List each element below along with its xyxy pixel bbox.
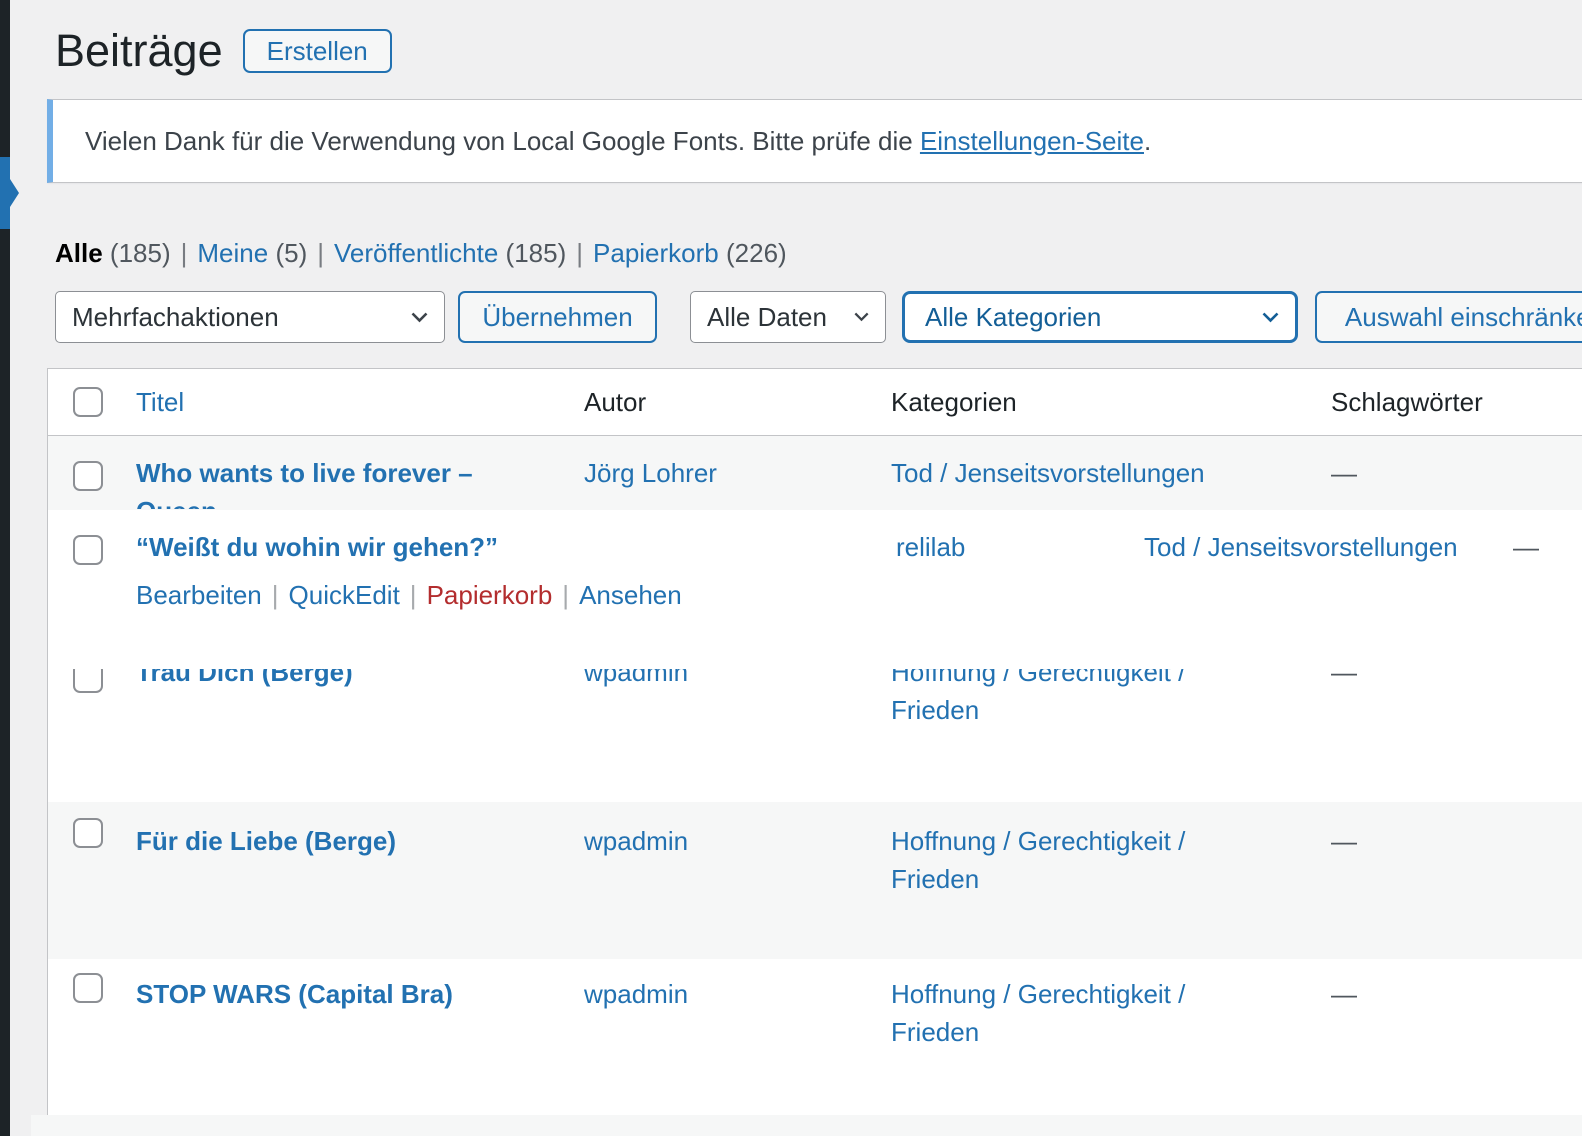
table-row: Für die Liebe (Berge) wpadmin Hoffnung /…	[48, 802, 1582, 959]
filter-separator: |	[307, 238, 334, 268]
notice-banner: Vielen Dank für die Verwendung von Local…	[47, 99, 1582, 183]
categories-line1: Hoffnung / Gerechtigkeit /	[891, 669, 1185, 691]
row-checkbox[interactable]	[73, 461, 103, 491]
row-actions: Bearbeiten|QuickEdit|Papierkorb|Ansehen	[136, 576, 682, 614]
list-controls: Mehrfachaktionen Übernehmen Alle Daten A…	[55, 291, 1582, 343]
tags-empty-dash: —	[1331, 822, 1357, 860]
post-title-link[interactable]: STOP WARS (Capital Bra)	[136, 975, 453, 1013]
view-action-link[interactable]: Ansehen	[579, 580, 682, 610]
apply-button[interactable]: Übernehmen	[458, 291, 657, 343]
settings-page-link[interactable]: Einstellungen-Seite	[920, 126, 1144, 157]
tags-empty-dash: —	[1331, 669, 1357, 691]
filter-mine-count: (5)	[275, 238, 307, 268]
filter-trash-link[interactable]: Papierkorb	[593, 238, 719, 268]
categories-line2: Frieden	[891, 691, 1185, 729]
select-all-checkbox[interactable]	[73, 387, 103, 417]
column-header-title[interactable]: Titel	[136, 369, 184, 435]
notice-text-end: .	[1144, 126, 1151, 157]
filter-trash-count: (226)	[726, 238, 787, 268]
table-row: Who wants to live forever – Queen Jörg L…	[48, 436, 1582, 510]
trash-action-link[interactable]: Papierkorb	[427, 580, 553, 610]
sidebar-active-menu-indicator	[0, 157, 10, 229]
chevron-down-icon	[1262, 312, 1279, 323]
page-title: Beiträge	[55, 22, 223, 80]
categories-line1: Hoffnung / Gerechtigkeit /	[891, 822, 1185, 860]
categories-select[interactable]: Alle Kategorien	[902, 291, 1298, 343]
dates-select[interactable]: Alle Daten	[690, 291, 886, 343]
post-title-link[interactable]: “Weißt du wohin wir gehen?”	[136, 528, 498, 566]
filter-all-label[interactable]: Alle	[55, 238, 103, 268]
filter-mine-link[interactable]: Meine	[197, 238, 268, 268]
author-link[interactable]: wpadmin	[584, 822, 688, 860]
table-footer-strip	[31, 1115, 1582, 1136]
filter-separator: |	[566, 238, 593, 268]
dates-value: Alle Daten	[707, 302, 827, 333]
post-title-link[interactable]: Für die Liebe (Berge)	[136, 822, 396, 860]
post-title-wrap: Who wants to live forever – Queen	[136, 454, 473, 509]
row-checkbox[interactable]	[73, 669, 103, 693]
table-row: “Weißt du wohin wir gehen?” Bearbeiten|Q…	[48, 510, 1582, 669]
categories-link[interactable]: Hoffnung / Gerechtigkeit /Frieden	[891, 975, 1185, 1051]
edit-action-link[interactable]: Bearbeiten	[136, 580, 262, 610]
categories-line2: Frieden	[891, 860, 1185, 898]
post-title-link[interactable]: Who wants to live forever –	[136, 454, 473, 492]
author-link[interactable]: relilab	[896, 528, 965, 566]
quickedit-action-link[interactable]: QuickEdit	[289, 580, 400, 610]
filter-published-count: (185)	[506, 238, 567, 268]
author-link[interactable]: wpadmin	[584, 669, 688, 691]
chevron-down-icon	[854, 312, 869, 322]
filter-separator: |	[171, 238, 198, 268]
categories-line1: Hoffnung / Gerechtigkeit /	[891, 975, 1185, 1013]
row-checkbox[interactable]	[73, 818, 103, 848]
page-header: Beiträge Erstellen	[55, 22, 392, 80]
categories-line2: Frieden	[891, 1013, 1185, 1051]
categories-link[interactable]: Hoffnung / Gerechtigkeit /Frieden	[891, 669, 1185, 729]
column-header-author: Autor	[584, 369, 646, 435]
tags-empty-dash: —	[1331, 454, 1357, 492]
table-row: Trau Dich (Berge) wpadmin Hoffnung / Ger…	[48, 669, 1582, 802]
post-title-link-line2[interactable]: Queen	[136, 492, 473, 509]
wordpress-posts-page: Beiträge Erstellen Vielen Dank für die V…	[0, 0, 1582, 1136]
table-header-row: Titel Autor Kategorien Schlagwörter	[48, 369, 1582, 436]
categories-link[interactable]: Tod / Jenseitsvorstellungen	[891, 454, 1205, 492]
author-link[interactable]: wpadmin	[584, 975, 688, 1013]
posts-table: Titel Autor Kategorien Schlagwörter Who …	[47, 368, 1582, 1115]
tags-empty-dash: —	[1331, 975, 1357, 1013]
chevron-down-icon	[411, 312, 428, 323]
filter-all-count: (185)	[110, 238, 171, 268]
row-checkbox[interactable]	[73, 535, 103, 565]
bulk-actions-select[interactable]: Mehrfachaktionen	[55, 291, 445, 343]
row-checkbox[interactable]	[73, 973, 103, 1003]
column-header-tags: Schlagwörter	[1331, 369, 1483, 435]
author-link[interactable]: Jörg Lohrer	[584, 454, 717, 492]
notice-text: Vielen Dank für die Verwendung von Local…	[85, 126, 920, 157]
filter-button[interactable]: Auswahl einschränken	[1315, 291, 1582, 343]
action-separator: |	[400, 580, 427, 610]
table-row: STOP WARS (Capital Bra) wpadmin Hoffnung…	[48, 959, 1582, 1116]
tags-empty-dash: —	[1513, 528, 1539, 566]
status-filter-links: Alle (185)|Meine (5)|Veröffentlichte (18…	[55, 238, 787, 269]
categories-link[interactable]: Tod / Jenseitsvorstellungen	[1144, 528, 1458, 566]
categories-value: Alle Kategorien	[925, 302, 1101, 333]
bulk-actions-value: Mehrfachaktionen	[72, 302, 279, 333]
column-header-categories: Kategorien	[891, 369, 1017, 435]
action-separator: |	[552, 580, 579, 610]
action-separator: |	[262, 580, 289, 610]
create-post-button[interactable]: Erstellen	[243, 29, 392, 73]
sidebar-active-arrow-icon	[10, 179, 19, 207]
filter-published-link[interactable]: Veröffentlichte	[334, 238, 498, 268]
categories-link[interactable]: Hoffnung / Gerechtigkeit /Frieden	[891, 822, 1185, 898]
post-title-link[interactable]: Trau Dich (Berge)	[136, 669, 353, 691]
